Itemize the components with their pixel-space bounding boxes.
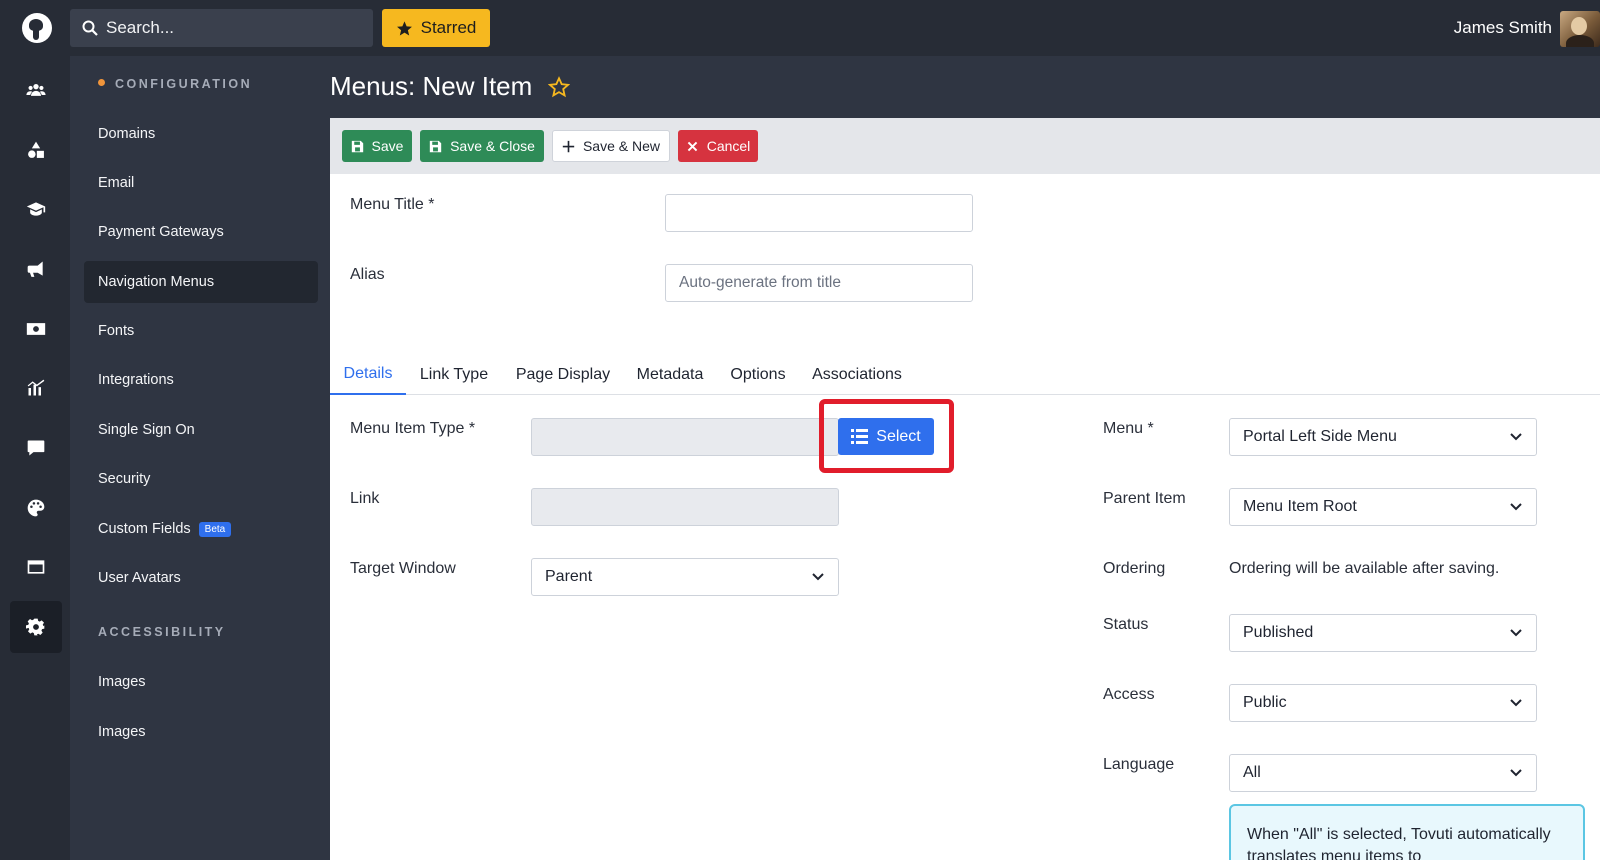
- save-close-button[interactable]: Save & Close: [420, 130, 544, 162]
- ordering-note: Ordering will be available after saving.: [1229, 560, 1500, 577]
- main-panel: Save Save & Close Save & New Cancel Menu…: [330, 118, 1600, 860]
- tab-details[interactable]: Details: [330, 354, 406, 395]
- target-window-select[interactable]: Parent: [531, 558, 839, 596]
- page-title: Menus: New Item: [330, 71, 571, 102]
- link-field: [531, 488, 839, 526]
- ordering-label: Ordering: [1103, 560, 1166, 577]
- logo-icon[interactable]: [22, 13, 52, 43]
- tab-link-type[interactable]: Link Type: [412, 354, 496, 395]
- sidebar-item-email[interactable]: Email: [84, 162, 318, 204]
- access-label: Access: [1103, 686, 1155, 703]
- users-icon[interactable]: [10, 64, 62, 116]
- language-info-alert: When "All" is selected, Tovuti automatic…: [1229, 804, 1585, 860]
- menu-title-input[interactable]: [665, 194, 973, 232]
- sidebar-item-fonts[interactable]: Fonts: [84, 310, 318, 352]
- chevron-down-icon: [1510, 629, 1522, 637]
- sidebar-item-single-sign-on[interactable]: Single Sign On: [84, 409, 318, 451]
- chevron-down-icon: [1510, 433, 1522, 441]
- chevron-down-icon: [1510, 769, 1522, 777]
- chevron-down-icon: [812, 573, 824, 581]
- alias-input[interactable]: Auto-generate from title: [665, 264, 973, 302]
- menu-select[interactable]: Portal Left Side Menu: [1229, 418, 1537, 456]
- beta-badge: Beta: [198, 521, 232, 537]
- sidebar-item-security[interactable]: Security: [84, 458, 318, 500]
- status-dot: [98, 79, 105, 87]
- sidebar-item-integrations[interactable]: Integrations: [84, 359, 318, 401]
- menu-item-type-field: [531, 418, 839, 456]
- alias-label: Alias: [350, 266, 385, 283]
- status-select[interactable]: Published: [1229, 614, 1537, 652]
- parent-item-select[interactable]: Menu Item Root: [1229, 488, 1537, 526]
- parent-item-label: Parent Item: [1103, 490, 1186, 507]
- floppy-icon: [351, 140, 363, 152]
- cancel-button[interactable]: Cancel: [678, 130, 758, 162]
- sidebar-item-custom-fields[interactable]: Custom Fields Beta: [84, 508, 318, 550]
- tab-bar: Details Link Type Page Display Metadata …: [330, 354, 1600, 395]
- floppy-icon: [429, 140, 442, 152]
- toolbar: Save Save & Close Save & New Cancel: [330, 118, 1600, 174]
- plus-icon: [562, 140, 575, 152]
- section-heading-configuration: CONFIGURATION: [98, 77, 252, 91]
- sidebar-item-images[interactable]: Images: [84, 661, 318, 703]
- gear-icon[interactable]: [10, 601, 62, 653]
- window-icon[interactable]: [10, 541, 62, 593]
- sidebar-item-payment-gateways[interactable]: Payment Gateways: [84, 211, 318, 253]
- star-icon: [396, 20, 412, 35]
- tab-associations[interactable]: Associations: [806, 354, 908, 395]
- sidebar-item-navigation-menus[interactable]: Navigation Menus: [84, 261, 318, 303]
- save-new-button[interactable]: Save & New: [552, 130, 670, 162]
- tab-page-display[interactable]: Page Display: [510, 354, 616, 395]
- status-label: Status: [1103, 616, 1149, 633]
- link-label: Link: [350, 490, 380, 507]
- target-window-label: Target Window: [350, 560, 456, 577]
- money-icon[interactable]: [10, 303, 62, 355]
- chart-icon[interactable]: [10, 362, 62, 414]
- tab-metadata[interactable]: Metadata: [630, 354, 710, 395]
- close-icon: [687, 141, 697, 151]
- alias-placeholder: Auto-generate from title: [679, 274, 841, 291]
- language-select[interactable]: All: [1229, 754, 1537, 792]
- megaphone-icon[interactable]: [10, 243, 62, 295]
- user-menu[interactable]: James Smith: [1454, 0, 1552, 56]
- avatar[interactable]: [1560, 11, 1600, 47]
- section-heading-accessibility: ACCESSIBILITY: [98, 625, 226, 639]
- save-button[interactable]: Save: [342, 130, 412, 162]
- starred-label: Starred: [420, 18, 477, 37]
- search-input[interactable]: Search...: [70, 9, 373, 47]
- menu-item-type-label: Menu Item Type *: [350, 420, 476, 437]
- graduation-cap-icon[interactable]: [10, 183, 62, 235]
- highlight-box: [819, 399, 954, 473]
- tab-options[interactable]: Options: [724, 354, 792, 395]
- chevron-down-icon: [1510, 699, 1522, 707]
- menu-title-label: Menu Title *: [350, 196, 435, 213]
- favorite-star-icon[interactable]: [548, 75, 571, 98]
- chat-icon[interactable]: [10, 422, 62, 474]
- top-bar: Search... Starred James Smith: [0, 0, 1600, 56]
- sidebar-item-images[interactable]: Images: [84, 711, 318, 753]
- search-icon: [82, 20, 98, 36]
- menu-label: Menu *: [1103, 420, 1154, 437]
- palette-icon[interactable]: [10, 482, 62, 534]
- sidebar-item-domains[interactable]: Domains: [84, 113, 318, 155]
- starred-button[interactable]: Starred: [382, 9, 490, 47]
- chevron-down-icon: [1510, 503, 1522, 511]
- language-label: Language: [1103, 756, 1175, 773]
- access-select[interactable]: Public: [1229, 684, 1537, 722]
- shapes-icon[interactable]: [10, 124, 62, 176]
- search-placeholder: Search...: [106, 18, 175, 37]
- icon-rail: [0, 56, 70, 860]
- sidebar-item-user-avatars[interactable]: User Avatars: [84, 557, 318, 599]
- user-name: James Smith: [1453, 18, 1552, 37]
